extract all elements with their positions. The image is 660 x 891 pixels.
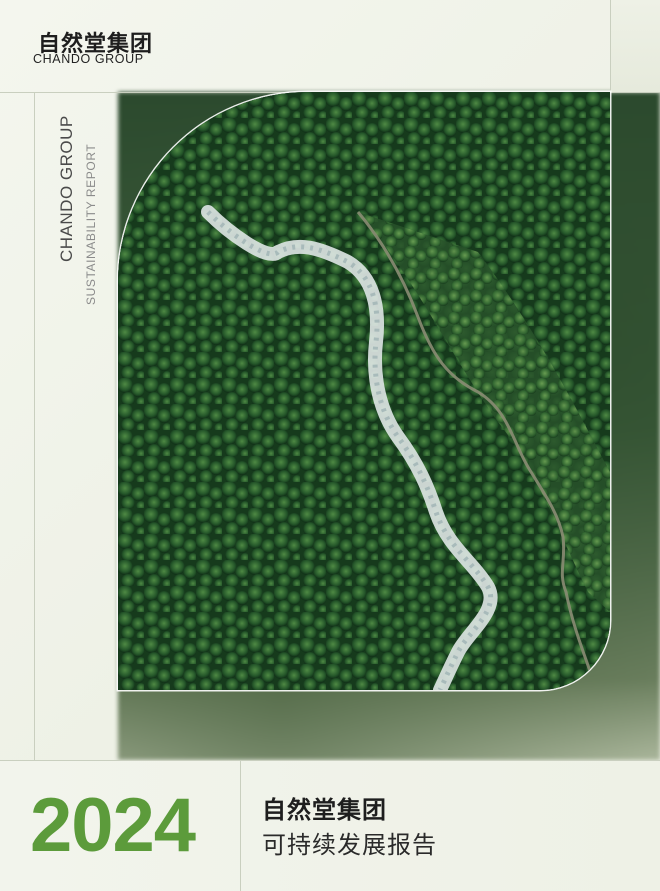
- cover-photo: [118, 92, 610, 690]
- left-rule: [34, 92, 35, 760]
- side-group-label: CHANDO GROUP: [57, 115, 76, 262]
- brand-name-en: CHANDO GROUP: [33, 52, 144, 66]
- band-divider: [240, 760, 241, 891]
- corner-panel: [610, 0, 660, 92]
- report-year: 2024: [30, 783, 196, 868]
- forest-river-image: [118, 92, 610, 690]
- right-top-rule: [610, 0, 611, 92]
- side-report-label: SUSTAINABILITY REPORT: [84, 143, 98, 305]
- report-cover: 自然堂集团 CHANDO GROUP CHANDO GROUP SUSTAINA…: [0, 0, 660, 891]
- report-title-name: 可持续发展报告: [262, 831, 437, 859]
- band-top-rule: [0, 760, 660, 761]
- report-title-company: 自然堂集团: [262, 796, 387, 824]
